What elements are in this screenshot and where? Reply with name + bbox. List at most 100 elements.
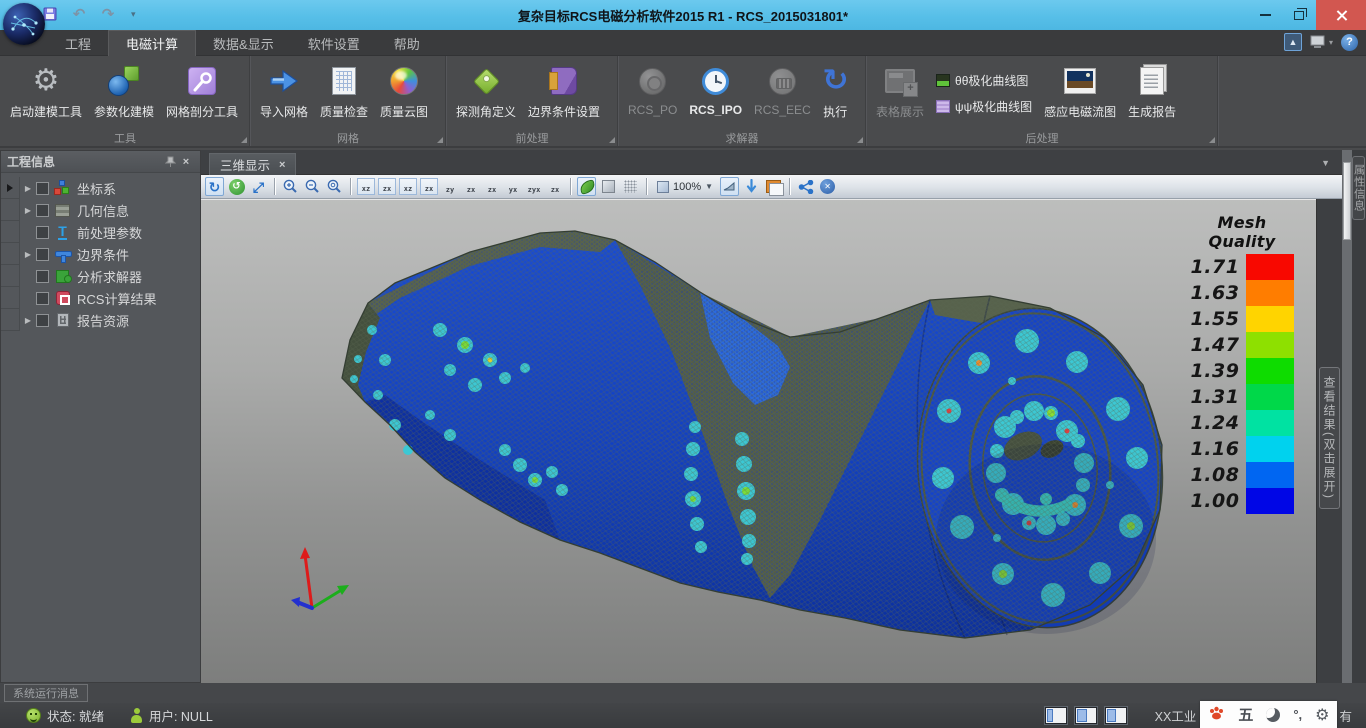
theta-polarization-curve-button[interactable]: θθ极化曲线图 — [936, 72, 1032, 89]
menu-tab-data-display[interactable]: 数据&显示 — [196, 30, 291, 56]
project-tree: ▶ 坐标系 ▶ 几何信息 T 前处理参数 ▶ — [1, 177, 200, 331]
boundary-settings-button[interactable]: 边界条件设置 — [522, 58, 606, 128]
status-state: 状态: 就绪 — [26, 706, 104, 725]
quality-check-button[interactable]: 质量检查 — [314, 58, 374, 128]
ribbon-group-tools: ⚙ 启动建模工具 参数化建模 网格剖分工具 — [0, 56, 250, 146]
ime-punctuation[interactable]: °, — [1293, 707, 1302, 722]
view-orientation-icon[interactable]: xz — [357, 178, 375, 195]
sphere-icon — [639, 62, 666, 100]
share-icon[interactable] — [796, 177, 815, 196]
connector-icon — [769, 62, 796, 100]
zoom-out-icon[interactable] — [303, 177, 322, 196]
arrow-down-icon[interactable] — [742, 177, 761, 196]
minimize-button[interactable] — [1248, 0, 1282, 30]
collapse-ribbon-icon[interactable]: ▲ — [1284, 33, 1302, 51]
properties-vertical-tab[interactable]: 属性信息 — [1352, 156, 1365, 220]
zoom-window-icon[interactable] — [325, 177, 344, 196]
view-orientation-icon[interactable]: zx — [420, 178, 438, 195]
probe-angle-button[interactable]: 探测角定义 — [450, 58, 522, 128]
import-arrow-icon — [268, 62, 300, 100]
restore-button[interactable] — [1282, 0, 1316, 30]
checkbox[interactable] — [36, 270, 49, 283]
checkbox[interactable] — [36, 204, 49, 217]
psi-polarization-curve-button[interactable]: ψψ极化曲线图 — [936, 98, 1032, 115]
view-orientation-icon[interactable]: zx — [483, 178, 501, 195]
rcs-eec-button[interactable]: RCS_EEC — [748, 58, 817, 128]
checkbox[interactable] — [36, 248, 49, 261]
menu-bar: 工程 电磁计算 数据&显示 软件设置 帮助 ▲ ▾ ? — [0, 30, 1366, 56]
import-mesh-button[interactable]: 导入网格 — [254, 58, 314, 128]
view-orientation-icon[interactable]: yx — [504, 178, 522, 195]
view-orientation-icon[interactable]: zy — [441, 178, 459, 195]
tree-item-report-resources[interactable]: ▶ 报告资源 — [1, 309, 200, 331]
view-orientation-icon[interactable]: zyx — [525, 178, 543, 195]
system-messages-tab[interactable]: 系统运行消息 — [4, 684, 88, 702]
layout-middle-icon[interactable] — [1075, 707, 1097, 724]
ime-wubi-mode[interactable]: 五 — [1238, 704, 1253, 725]
flat-view-icon[interactable] — [599, 177, 618, 196]
view-orientation-icon[interactable]: zx — [462, 178, 480, 195]
mesh-partition-button[interactable]: 网格剖分工具 — [160, 58, 244, 128]
zoom-level-combo[interactable]: 100% ▼ — [653, 177, 717, 196]
menu-tab-help[interactable]: 帮助 — [377, 30, 437, 56]
zoom-in-icon[interactable] — [281, 177, 300, 196]
viewport-canvas[interactable]: Mesh Quality 1.71 1.63 1.55 1.47 1.39 1.… — [201, 199, 1316, 683]
app-logo-icon[interactable] — [3, 3, 45, 45]
checkbox[interactable] — [36, 314, 49, 327]
tab-list-icon[interactable]: ▼ — [1321, 158, 1330, 168]
tree-item-analysis-solver[interactable]: 分析求解器 — [1, 265, 200, 287]
induced-current-map-button[interactable]: 感应电磁流图 — [1038, 58, 1122, 128]
display-style-icon[interactable]: ▾ — [1310, 35, 1333, 50]
expander-icon[interactable]: ▶ — [20, 206, 36, 215]
generate-report-button[interactable]: 生成报告 — [1122, 58, 1182, 128]
pin-icon[interactable] — [162, 154, 178, 170]
menu-tab-settings[interactable]: 软件设置 — [291, 30, 377, 56]
quality-cloud-button[interactable]: 质量云图 — [374, 58, 434, 128]
checkbox[interactable] — [36, 292, 49, 305]
ime-moon-icon[interactable] — [1266, 708, 1280, 722]
checkbox[interactable] — [36, 182, 49, 195]
refresh-view-icon[interactable]: ↺ — [227, 177, 246, 196]
theta-chart-icon — [936, 74, 950, 87]
ribbon-group-mesh: 导入网格 质量检查 质量云图 — [250, 56, 446, 146]
tree-item-preprocess-params[interactable]: T 前处理参数 — [1, 221, 200, 243]
rcs-ipo-button[interactable]: RCS_IPO — [683, 58, 748, 128]
checkbox[interactable] — [36, 226, 49, 239]
shaded-view-icon[interactable] — [577, 177, 596, 196]
expander-icon[interactable]: ▶ — [20, 184, 36, 193]
ime-paw-icon[interactable] — [1208, 705, 1225, 724]
panel-close-icon[interactable]: × — [178, 154, 194, 170]
tree-item-rcs-results[interactable]: RCS计算结果 — [1, 287, 200, 309]
tree-item-geometry-info[interactable]: ▶ 几何信息 — [1, 199, 200, 221]
expander-icon[interactable]: ▶ — [20, 316, 36, 325]
tree-item-coordinate-system[interactable]: ▶ 坐标系 — [1, 177, 200, 199]
boundary-condition-icon — [54, 246, 71, 262]
view-orientation-icon[interactable]: zx — [378, 178, 396, 195]
launch-modeling-button[interactable]: ⚙ 启动建模工具 — [4, 58, 88, 128]
expander-icon[interactable]: ▶ — [20, 250, 36, 259]
layout-right-icon[interactable] — [1105, 707, 1127, 724]
select-region-icon[interactable] — [720, 177, 739, 196]
layout-left-icon[interactable] — [1045, 707, 1067, 724]
fit-view-icon[interactable]: ⤢ — [249, 177, 268, 196]
rcs-po-button[interactable]: RCS_PO — [622, 58, 683, 128]
view-orientation-icon[interactable]: zx — [546, 178, 564, 195]
close-button[interactable] — [1316, 0, 1366, 30]
view-orientation-icon[interactable]: xz — [399, 178, 417, 195]
wireframe-grid-icon[interactable] — [621, 177, 640, 196]
menu-tab-em-compute[interactable]: 电磁计算 — [108, 30, 196, 56]
rotate-icon[interactable]: ↻ — [205, 177, 224, 196]
layers-icon[interactable] — [764, 177, 783, 196]
tab-close-icon[interactable]: × — [279, 159, 285, 171]
legend-swatch — [1246, 358, 1294, 384]
tab-3d-display[interactable]: 三维显示 × — [209, 153, 296, 175]
tree-item-boundary-conditions[interactable]: ▶ 边界条件 — [1, 243, 200, 265]
execute-button[interactable]: ↻ 执行 — [817, 58, 854, 128]
help-icon[interactable]: ? — [1341, 34, 1358, 51]
close-view-icon[interactable]: ✕ — [818, 177, 837, 196]
table-show-button[interactable]: 表格展示 — [870, 58, 930, 128]
parametric-modeling-button[interactable]: 参数化建模 — [88, 58, 160, 128]
menu-tab-project[interactable]: 工程 — [48, 30, 108, 56]
ime-gear-icon[interactable]: ⚙ — [1315, 705, 1329, 725]
view-results-vertical-tab[interactable]: 查看结果(双击展开) — [1319, 367, 1340, 509]
